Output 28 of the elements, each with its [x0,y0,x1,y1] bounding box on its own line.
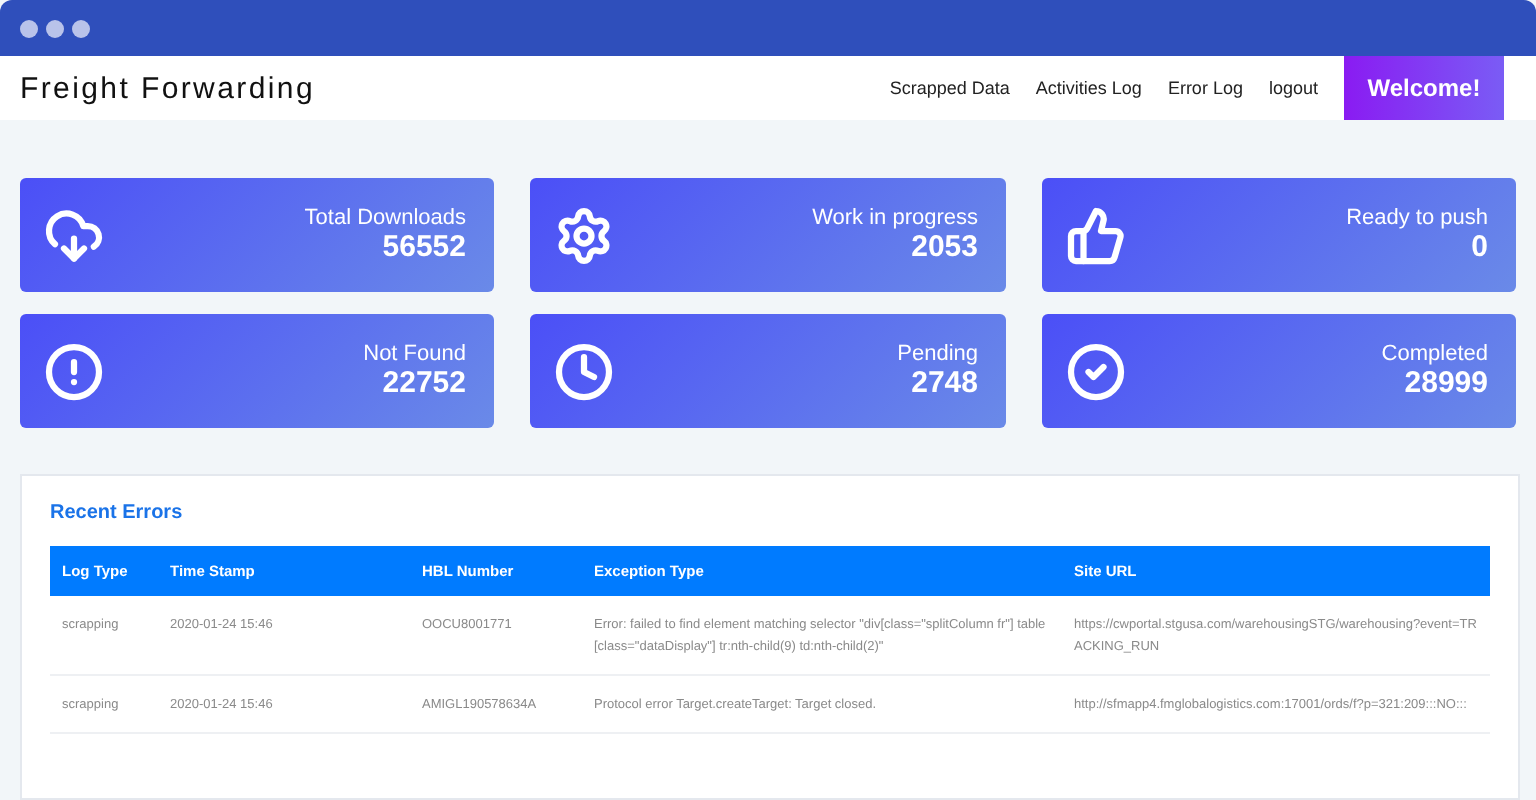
stat-value: 28999 [1404,366,1488,400]
exclamation-icon [44,341,104,401]
thumbs-up-icon [1066,205,1126,265]
nav-link[interactable]: Scrapped Data [889,78,1010,98]
window-dot-icon [20,19,38,37]
stat-label: Completed [1381,342,1488,366]
stat-value: 22752 [382,366,466,400]
window-dot-icon [72,19,90,37]
nav-link[interactable]: Error Log [1167,78,1243,98]
stat-label: Not Found [363,342,466,366]
stat-label: Pending [897,342,978,366]
stat-value: 0 [1471,230,1488,264]
stat-label: Work in progress [812,206,978,230]
checkmark-icon [1066,341,1126,401]
window-dot-icon [46,19,64,37]
welcome-button[interactable]: Welcome! [1344,56,1504,120]
stat-value: 2053 [911,230,978,264]
panel-title: Recent Errors [50,502,185,524]
stat-value: 2748 [911,366,978,400]
stat-value: 56552 [382,230,466,264]
app-title: Freight Forwarding [20,71,317,105]
nav-link[interactable]: logout [1268,78,1318,98]
cloud-download-icon [44,205,104,265]
stat-label: Total Downloads [304,206,466,230]
clock-icon [554,341,614,401]
settings-icon [554,205,614,265]
stat-label: Ready to push [1346,206,1488,230]
nav-link[interactable]: Activities Log [1035,78,1142,98]
